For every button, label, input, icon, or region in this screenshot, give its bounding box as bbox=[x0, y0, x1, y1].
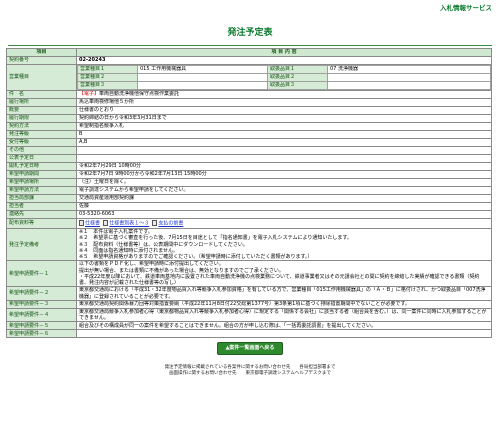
business-type-1-value: 015 工作用機械器具 bbox=[137, 65, 268, 74]
notes-label: 発注予定備考 bbox=[6, 227, 77, 262]
contact-value: 03-5320-6063 bbox=[76, 210, 492, 219]
location-value: 馬込車両検修場他５か所 bbox=[76, 98, 492, 107]
requirement-5-value: 組合及びその構成員が同一の案件を希望することはできません。組合の方が申し込む際は… bbox=[76, 321, 492, 331]
subject-value: 【電子】車両自動洗浄機他保守点検作業委託 bbox=[76, 90, 492, 99]
requirement-2-label: 希望申請要件－２ bbox=[6, 286, 77, 301]
requirement-1-value: 以下の書類をＰＤＦ化し、希望申請時に添付提出してください。 提出が無い場合、また… bbox=[76, 260, 492, 288]
order-grade-label: 発注等級 bbox=[6, 130, 77, 139]
handled-item-1-label: 取扱品目１ bbox=[267, 65, 328, 74]
column-header-content: 項 目 内 容 bbox=[76, 48, 492, 57]
application-place-label: 希望申請場所 bbox=[6, 178, 77, 187]
contract-no-value: 02-20243 bbox=[76, 56, 492, 65]
back-to-list-button[interactable]: ▲案件一覧画面へ戻る bbox=[216, 342, 284, 355]
opening-date-value: 令和2年7月29日 10時00分 bbox=[76, 162, 492, 171]
person-value: 佐藤 bbox=[76, 202, 492, 211]
application-method-label: 希望申請方法 bbox=[6, 186, 77, 195]
accept-grade-value: A,B bbox=[76, 138, 492, 147]
business-type-3-label: 営業種目３ bbox=[77, 81, 138, 90]
footer: 発注予定情報に掲載されている各案件に関するお問い合わせ先 各局担当部署まで 画面… bbox=[0, 365, 500, 379]
top-bar: 入札情報サービス bbox=[0, 0, 500, 16]
department-label: 担当局部課 bbox=[6, 194, 77, 203]
person-label: 担当者 bbox=[6, 202, 77, 211]
subject-label: 件 名 bbox=[6, 90, 77, 99]
doc-link-spec[interactable]: 仕様書 bbox=[85, 221, 100, 227]
subject-text: 車両自動洗浄機他保守点検作業委託 bbox=[99, 91, 180, 98]
publish-date-value bbox=[76, 154, 492, 163]
document-icon bbox=[79, 220, 84, 227]
method-label: 契約方法 bbox=[6, 122, 77, 131]
handled-item-3-label: 取扱品目３ bbox=[267, 81, 328, 90]
business-type-table: 営業種目１ 015 工作用機械器具 取扱品目１ 07 洗浄機器 営業種目２ 取扱… bbox=[77, 65, 491, 90]
bid-info-service-link[interactable]: 入札情報サービス bbox=[440, 4, 492, 12]
order-grade-value: B bbox=[76, 130, 492, 139]
business-type-3-value bbox=[137, 81, 268, 90]
requirement-1-label: 希望申請要件－１ bbox=[6, 260, 77, 288]
handled-item-2-label: 取扱品目２ bbox=[267, 73, 328, 82]
business-type-cell: 営業種目１ 015 工作用機械器具 取扱品目１ 07 洗浄機器 営業種目２ 取扱… bbox=[76, 64, 492, 91]
handled-item-1-value: 07 洗浄機器 bbox=[327, 65, 491, 74]
overview-value: 仕様書のとおり bbox=[76, 106, 492, 115]
application-method-value: 電子調達システムから希望申請をしてください。 bbox=[76, 186, 492, 195]
requirement-4-label: 希望申請要件－４ bbox=[6, 307, 77, 323]
opening-date-label: 開札予定日時 bbox=[6, 162, 77, 171]
doc-link-payment[interactable]: 支払の前書 bbox=[158, 221, 183, 227]
handled-item-2-value bbox=[327, 73, 491, 82]
requirement-4-value: 東京都交通局競争入札参加者心得（東京都物品買入れ等競争入札参加者心得）に規定する… bbox=[76, 307, 492, 323]
method-value: 希望制指名競争入札 bbox=[76, 122, 492, 131]
application-period-value: 令和2年7月7日 9時00分から令和2年7月13日 15時00分 bbox=[76, 170, 492, 179]
accept-grade-label: 受付等級 bbox=[6, 138, 77, 147]
document-icon bbox=[152, 220, 158, 227]
business-type-2-value bbox=[137, 73, 268, 82]
business-type-label: 営業種目 bbox=[6, 64, 77, 91]
note-5: ※５ 希望申請資格がありますのでご確認ください。（希望申請時に添付していただく書… bbox=[79, 254, 313, 260]
application-period-label: 希望申請期間 bbox=[6, 170, 77, 179]
doc-link-spec-tables[interactable]: 仕様書別表１～３ bbox=[109, 221, 149, 227]
contract-no-label: 契約番号 bbox=[6, 56, 77, 65]
column-header-item: 項目 bbox=[6, 48, 77, 57]
footer-help-line: 画面操作に関するお問い合わせ先 東京都電子調達システムヘルプデスクまで bbox=[169, 371, 331, 377]
requirement-5-label: 希望申請要件－５ bbox=[6, 321, 77, 331]
publish-date-label: 公表予定日 bbox=[6, 154, 77, 163]
other-value bbox=[76, 146, 492, 155]
business-type-1-label: 営業種目１ bbox=[77, 65, 138, 74]
back-button-area: ▲案件一覧画面へ戻る bbox=[0, 342, 500, 355]
requirement-2-value: 東京都交通局における「平成31・32年度物品買入れ等競争入札参加資格」を有してい… bbox=[76, 286, 492, 301]
documents-value: 仕様書 仕様書別表１～３ 支払の前書 bbox=[76, 218, 492, 229]
requirement-3-value: 東京都交通局契約関係暴力団等対策措置要綱（平成22年11月8日付22交総第137… bbox=[76, 299, 492, 309]
requirement-6-label: 希望申請要件－６ bbox=[6, 329, 77, 339]
application-place-value: （注）土曜日を除く。 bbox=[76, 178, 492, 187]
title-divider bbox=[8, 45, 492, 46]
business-type-2-label: 営業種目２ bbox=[77, 73, 138, 82]
requirement-3-label: 希望申請要件－３ bbox=[6, 299, 77, 309]
handled-item-3-value bbox=[327, 81, 491, 90]
other-label: その他 bbox=[6, 146, 77, 155]
electronic-tag: 【電子】 bbox=[79, 91, 100, 98]
requirement-6-value bbox=[76, 329, 492, 339]
order-plan-table: 項目 項 目 内 容 契約番号 02-20243 営業種目 営業種目１ 015 … bbox=[6, 48, 492, 339]
period-value: 契約締結の日から令和3年3月31日まで bbox=[76, 114, 492, 123]
notes-value: ※１ 本件は電子入札案件です。 ※２ 希望票に基づく審査を行った後、7月15日を… bbox=[76, 227, 492, 262]
contact-label: 連絡先 bbox=[6, 210, 77, 219]
overview-label: 概要 bbox=[6, 106, 77, 115]
location-label: 履行場所 bbox=[6, 98, 77, 107]
page-title: 発注予定表 bbox=[227, 28, 273, 38]
department-value: 交通局資産運用部契約課 bbox=[76, 194, 492, 203]
documents-label: 配布資料等 bbox=[6, 218, 77, 229]
document-icon bbox=[103, 220, 109, 227]
period-label: 履行期限 bbox=[6, 114, 77, 123]
